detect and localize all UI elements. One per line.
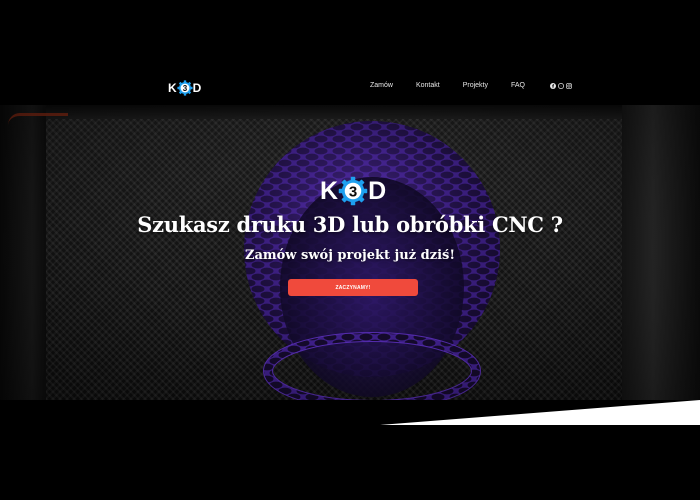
hero-logo-letter-k: K [320,176,339,205]
page-bottom-area [0,425,700,500]
logo-letter-d: D [192,81,202,95]
hero-logo-digit-3: 3 [349,183,357,200]
nav-link-kontakt[interactable]: Kontakt [416,82,440,89]
facebook-icon[interactable] [550,82,557,89]
nav-menu: Zamów Kontakt Projekty FAQ [370,82,572,89]
hero-logo: K 3 D [320,176,386,206]
logo-letter-k: K [168,81,177,95]
hero-logo-letter-d: D [368,176,387,205]
section-divider [380,400,700,425]
social-links [550,82,572,89]
messenger-icon[interactable] [558,82,565,89]
hero-section [0,105,700,425]
nav-link-zamow[interactable]: Zamów [370,82,393,89]
hero-subtitle: Zamów swój projekt już dziś! [244,248,456,263]
hero-vignette [0,105,700,425]
start-button[interactable]: ZACZYNAMY! [288,279,418,296]
gear-icon: 3 [177,80,193,96]
navbar: K 3 D Zamów Kontakt Projekty FAQ [0,0,700,105]
logo-digit-3: 3 [182,84,187,93]
nav-link-faq[interactable]: FAQ [511,82,525,89]
gear-icon: 3 [338,176,368,206]
instagram-icon[interactable] [566,82,572,89]
hero-title: Szukasz druku 3D lub obróbki CNC ? [137,212,563,237]
site-logo[interactable]: K 3 D [168,80,201,96]
nav-link-projekty[interactable]: Projekty [463,82,488,89]
